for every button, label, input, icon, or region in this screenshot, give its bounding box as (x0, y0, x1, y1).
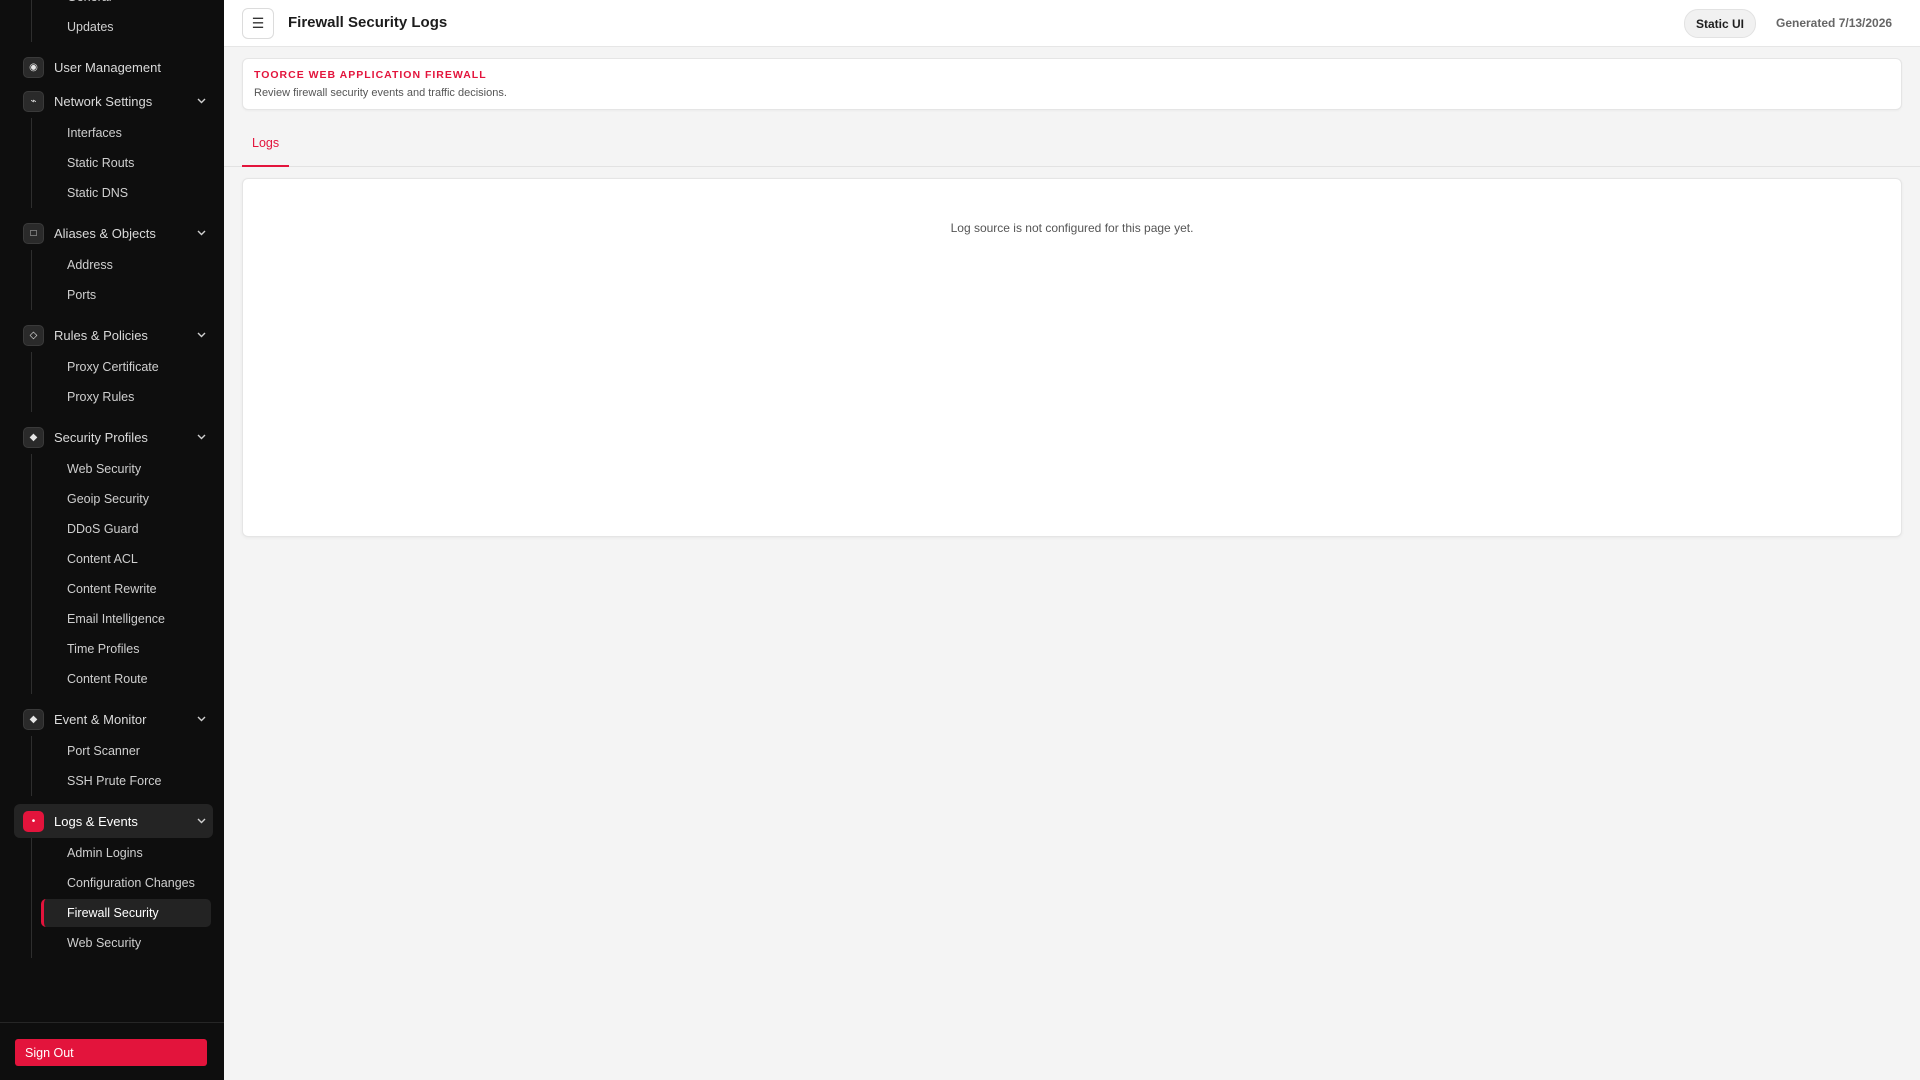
network-icon: ⌁ (23, 90, 44, 112)
sidebar-group-header-aliases-and-objects[interactable]: □ Aliases & Objects (14, 216, 213, 250)
user-circle-icon: ◉ (23, 56, 44, 78)
sidebar-group-label: Network Settings (54, 93, 153, 109)
sidebar-group-aliases-and-objects: □ Aliases & Objects Address Ports (0, 216, 224, 318)
dot-icon: • (23, 810, 44, 832)
info-banner: TOORCE WEB APPLICATION FIREWALL Review f… (242, 58, 1902, 110)
empty-state-message: Log source is not configured for this pa… (950, 221, 1194, 235)
chevron-down-icon[interactable] (191, 330, 211, 341)
chevron-down-icon[interactable] (191, 432, 211, 443)
sidebar-item-proxy-certificate[interactable]: Proxy Certificate (41, 352, 211, 382)
banner-title: TOORCE WEB APPLICATION FIREWALL (254, 69, 487, 81)
sidebar-group-user-management: ◉ User Management (0, 50, 224, 84)
sidebar-item-geoip-security[interactable]: Geoip Security (41, 484, 211, 514)
sidebar-item-firewall-security[interactable]: Firewall Security (41, 899, 211, 927)
diamond-icon: ◆ (23, 426, 44, 448)
sidebar-group-label: Event & Monitor (54, 711, 147, 727)
sidebar-group-label: Logs & Events (54, 813, 138, 829)
chevron-down-icon[interactable] (191, 816, 211, 827)
sidebar-sublist-logs-and-events: Admin Logins Configuration Changes Firewal… (31, 838, 224, 958)
sidebar-group-security-profiles: ◆ Security Profiles Web Security Geoip Secu… (0, 420, 224, 702)
sidebar-group-label: User Management (54, 59, 161, 75)
sidebar-item-proxy-rules[interactable]: Proxy Rules (41, 382, 211, 412)
chevron-down-icon[interactable] (191, 96, 211, 107)
sidebar-item-time-profiles[interactable]: Time Profiles (41, 634, 211, 664)
static-ui-badge: Static UI (1684, 9, 1757, 38)
sidebar-item-ports[interactable]: Ports (41, 280, 211, 310)
sidebar-group-logs-and-events: • Logs & Events Admin Logins Configuration … (0, 804, 224, 966)
sidebar-item-email-intelligence[interactable]: Email Intelligence (41, 604, 211, 634)
sidebar-group-header-network-settings[interactable]: ⌁ Network Settings (14, 84, 213, 118)
sidebar-sublist-event-and-monitor: Port Scanner SSH Prute Force (31, 736, 224, 796)
banner-description: Review firewall security events and traf… (254, 87, 507, 99)
square-icon: □ (23, 222, 44, 244)
sidebar-groups: ◉ User Management ⌁ Network Settings Interfa… (0, 50, 224, 966)
sidebar-group-header-security-profiles[interactable]: ◆ Security Profiles (14, 420, 213, 454)
sidebar: General Updates ◉ User Management ⌁ Network… (0, 0, 224, 1080)
sidebar-footer: Sign Out (0, 1022, 224, 1080)
sidebar-item-ddos-guard[interactable]: DDoS Guard (41, 514, 211, 544)
sidebar-group-header-event-and-monitor[interactable]: ◆ Event & Monitor (14, 702, 213, 736)
sidebar-item-interfaces[interactable]: Interfaces (41, 118, 211, 148)
sidebar-item-static-dns[interactable]: Static DNS (41, 178, 211, 208)
topbar: ☰ Firewall Security Logs Static UI Gener… (224, 0, 1920, 47)
log-panel: Log source is not configured for this pa… (242, 178, 1902, 537)
sidebar-group-header-user-management[interactable]: ◉ User Management (14, 50, 213, 84)
sidebar-item-port-scanner[interactable]: Port Scanner (41, 736, 211, 766)
sidebar-item-content-route[interactable]: Content Route (41, 664, 211, 694)
sidebar-sublist-aliases-and-objects: Address Ports (31, 250, 224, 310)
sidebar-item-ssh-prute-force[interactable]: SSH Prute Force (41, 766, 211, 796)
sidebar-item-address[interactable]: Address (41, 250, 211, 280)
sidebar-item-configuration-changes[interactable]: Configuration Changes (41, 868, 211, 898)
sidebar-item-content-acl[interactable]: Content ACL (41, 544, 211, 574)
main-content: ☰ Firewall Security Logs Static UI Gener… (224, 0, 1920, 1080)
sidebar-sublist-network-settings: Interfaces Static Routs Static DNS (31, 118, 224, 208)
sign-out-button[interactable]: Sign Out (15, 1039, 207, 1066)
sidebar-item-admin-logins[interactable]: Admin Logins (41, 838, 211, 868)
settings-sublist: General Updates (31, 0, 224, 42)
sidebar-item-static-routs[interactable]: Static Routs (41, 148, 211, 178)
sidebar-item-content-rewrite[interactable]: Content Rewrite (41, 574, 211, 604)
sidebar-item-web-security[interactable]: Web Security (41, 928, 211, 958)
sidebar-group-rules-and-policies: ◇ Rules & Policies Proxy Certificate Proxy … (0, 318, 224, 420)
diamond-icon: ◆ (23, 708, 44, 730)
sidebar-group-header-logs-and-events[interactable]: • Logs & Events (14, 804, 213, 838)
sidebar-group-label: Aliases & Objects (54, 225, 156, 241)
hamburger-icon: ☰ (251, 15, 265, 31)
sidebar-nav[interactable]: General Updates ◉ User Management ⌁ Network… (0, 0, 224, 1020)
sidebar-item-general[interactable]: General (41, 0, 211, 12)
sidebar-sublist-rules-and-policies: Proxy Certificate Proxy Rules (31, 352, 224, 412)
sidebar-group-label: Security Profiles (54, 429, 148, 445)
sidebar-group-event-and-monitor: ◆ Event & Monitor Port Scanner SSH Prute Fo… (0, 702, 224, 804)
sidebar-sublist-security-profiles: Web Security Geoip Security DDoS Guard Cont… (31, 454, 224, 694)
sidebar-group-header-rules-and-policies[interactable]: ◇ Rules & Policies (14, 318, 213, 352)
tab-bar: Logs (224, 127, 1920, 167)
chevron-down-icon[interactable] (191, 714, 211, 725)
menu-toggle-button[interactable]: ☰ (242, 8, 274, 39)
page-title: Firewall Security Logs (288, 14, 448, 31)
sidebar-item-web-security[interactable]: Web Security (41, 454, 211, 484)
sidebar-nav-list: General Updates ◉ User Management ⌁ Network… (0, 0, 224, 966)
diamond-outline-icon: ◇ (23, 324, 44, 346)
sidebar-item-updates[interactable]: Updates (41, 12, 211, 42)
sidebar-group-network-settings: ⌁ Network Settings Interfaces Static Routs S… (0, 84, 224, 216)
tab-logs[interactable]: Logs (242, 127, 290, 167)
sidebar-group-label: Rules & Policies (54, 327, 148, 343)
generated-date: Generated 7/13/2026 (1776, 16, 1893, 30)
chevron-down-icon[interactable] (191, 228, 211, 239)
